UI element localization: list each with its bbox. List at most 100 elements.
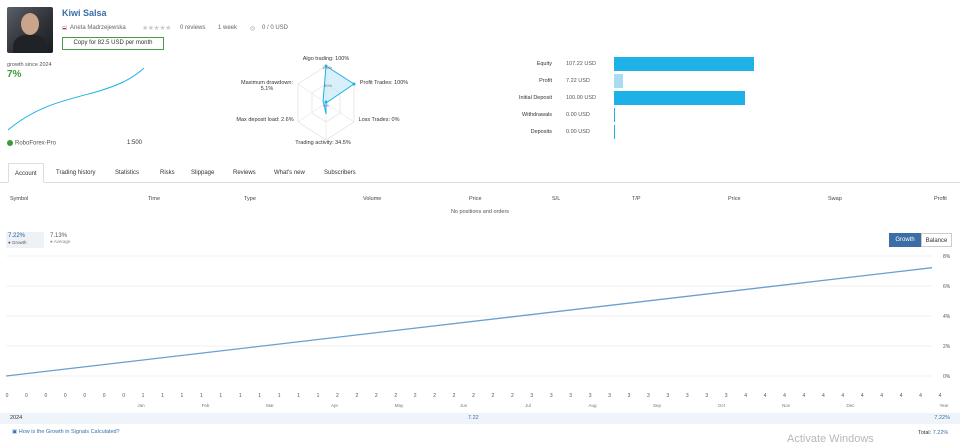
bar-fill [614, 74, 623, 88]
table-header-cell[interactable]: Swap [828, 196, 842, 202]
radar-max-drawdown: Maximum drawdown: 5.1% [241, 80, 293, 92]
x-tick-label: 2 [433, 393, 436, 399]
y-tick-label: 2% [943, 344, 951, 350]
table-header-cell[interactable]: Symbol [10, 196, 28, 202]
subscribers-icon: ◎ [250, 26, 256, 32]
average-legend-label: ● Average [50, 239, 71, 244]
month-label: Jan [137, 403, 145, 408]
average-legend[interactable]: 7.13% ● Average [50, 233, 70, 244]
table-header-cell[interactable]: Profit [934, 196, 947, 202]
x-tick-label: 2 [472, 393, 475, 399]
y-tick-label: 6% [943, 284, 951, 290]
x-tick-label: 1 [239, 393, 242, 399]
x-tick-label: 0 [83, 393, 86, 399]
x-tick-label: 3 [530, 393, 533, 399]
x-tick-label: 3 [550, 393, 553, 399]
tab-risks[interactable]: Risks [154, 163, 181, 183]
table-header-cell[interactable]: T/P [632, 196, 641, 202]
tab-subscribers[interactable]: Subscribers [318, 163, 362, 183]
table-header-cell[interactable]: Price [469, 196, 482, 202]
x-tick-label: 3 [686, 393, 689, 399]
radar-ring-label: 100% [322, 65, 333, 70]
radar-trading-activity: Trading activity: 34.5% [295, 140, 351, 146]
x-tick-label: 4 [803, 393, 806, 399]
y-tick-label: 4% [943, 314, 951, 320]
x-tick-label: 1 [161, 393, 164, 399]
radar-profit-trades: Profit Trades: 100% [359, 80, 409, 86]
tab-bar: Account Trading history Statistics Risks Sli… [0, 163, 960, 183]
year-end-label: Year [939, 403, 949, 408]
growth-toggle-button[interactable]: Growth [889, 233, 921, 247]
table-header-cell[interactable]: S/L [552, 196, 560, 202]
growth-calc-link[interactable]: ▣ How is the Growth in Signals Calculate… [12, 429, 120, 435]
x-tick-label: 1 [142, 393, 145, 399]
x-tick-label: 1 [297, 393, 300, 399]
growth-legend-label: ● Growth [8, 240, 27, 245]
x-tick-label: 2 [511, 393, 514, 399]
author-avatar[interactable] [7, 7, 53, 53]
month-label: Apr [331, 403, 339, 408]
signal-title[interactable]: Kiwi Salsa [62, 8, 107, 18]
radar-ring-label: 0% [323, 103, 329, 108]
month-label: Mar [266, 403, 274, 408]
x-tick-label: 0 [122, 393, 125, 399]
tab-account[interactable]: Account [8, 163, 44, 183]
tab-what-s-new[interactable]: What's new [268, 163, 311, 183]
weeks-label: 1 week [218, 25, 238, 31]
radar-max-deposit-load: Max deposit load: 2.6% [236, 117, 294, 123]
growth-legend[interactable]: 7.22% ● Growth [6, 232, 44, 248]
x-tick-label: 4 [744, 393, 747, 399]
tab-trading-history[interactable]: Trading history [50, 163, 101, 183]
x-tick-label: 0 [25, 393, 28, 399]
x-tick-label: 3 [628, 393, 631, 399]
x-tick-label: 0 [6, 393, 9, 399]
bar-value: 0.00 USD [566, 112, 590, 118]
bar-value: 7.22 USD [566, 78, 590, 84]
radar-chart: 100% 50% 0% [297, 64, 356, 141]
month-label: Oct [718, 403, 726, 408]
x-tick-label: 1 [219, 393, 222, 399]
x-tick-label: 1 [200, 393, 203, 399]
month-label: Sep [653, 403, 662, 408]
growth-series-line [5, 267, 933, 377]
x-tick-label: 3 [569, 393, 572, 399]
mini-growth-chart [7, 67, 145, 131]
x-tick-label: 3 [666, 393, 669, 399]
table-header-cell[interactable]: Volume [363, 196, 381, 202]
tab-statistics[interactable]: Statistics [109, 163, 145, 183]
x-tick-label: 4 [822, 393, 825, 399]
x-tick-label: 2 [414, 393, 417, 399]
bar-fill [614, 91, 745, 105]
growth-legend-value: 7.22% [8, 233, 26, 239]
bar-label: Withdrawals [522, 112, 552, 118]
bar-fill [614, 125, 615, 139]
balance-toggle-button[interactable]: Balance [921, 233, 952, 247]
month-label: Feb [202, 403, 210, 408]
year-summary-row: 2024 7.22 7.22% [0, 413, 960, 424]
author-name[interactable]: Aneta Madrzejewska [70, 25, 126, 31]
bar-fill [614, 108, 615, 122]
tab-reviews[interactable]: Reviews [227, 163, 262, 183]
check-icon [7, 140, 13, 146]
x-tick-label: 1 [317, 393, 320, 399]
table-header-cell[interactable]: Type [244, 196, 256, 202]
bar-value: 100.00 USD [566, 95, 596, 101]
table-header-cell[interactable]: Price [728, 196, 741, 202]
x-tick-label: 3 [725, 393, 728, 399]
x-tick-label: 0 [44, 393, 47, 399]
reviews-count[interactable]: 0 reviews [180, 25, 205, 31]
x-tick-label: 3 [705, 393, 708, 399]
x-tick-label: 1 [278, 393, 281, 399]
broker-label[interactable]: RoboForex-Pro [7, 140, 56, 147]
tab-slippage[interactable]: Slippage [185, 163, 220, 183]
broker-name[interactable]: RoboForex-Pro [15, 141, 56, 147]
rating-stars-icon: ★★★★★ [142, 25, 171, 32]
x-tick-label: 4 [841, 393, 844, 399]
country-flag-icon [62, 26, 67, 30]
x-tick-label: 0 [64, 393, 67, 399]
copy-signal-button[interactable]: Copy for 82.5 USD per month [62, 37, 164, 50]
x-tick-label: 4 [783, 393, 786, 399]
bar-fill [614, 57, 754, 71]
month-label: Aug [588, 403, 597, 408]
table-header-cell[interactable]: Time [148, 196, 160, 202]
